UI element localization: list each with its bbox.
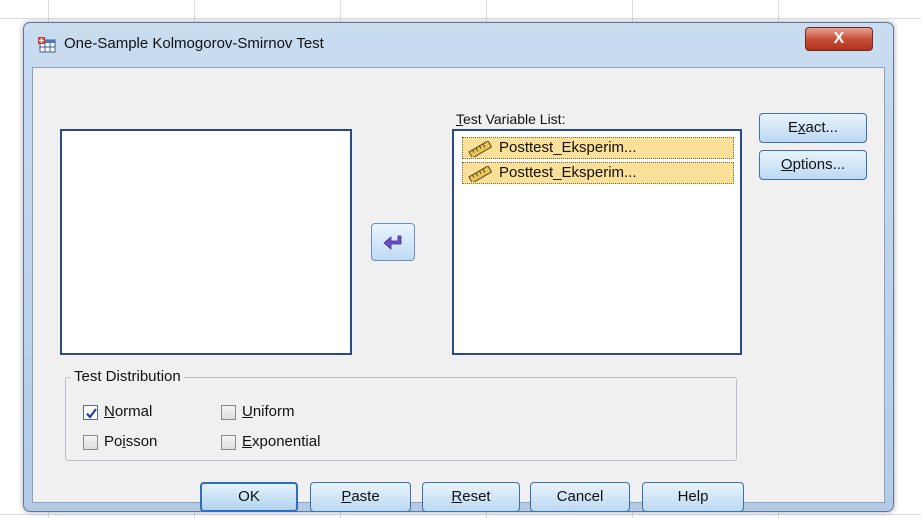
label-text: niform: [252, 403, 295, 420]
spss-dialog-icon: [38, 37, 56, 53]
ok-button[interactable]: OK: [200, 482, 298, 512]
help-button[interactable]: Help: [642, 482, 744, 512]
cancel-button[interactable]: Cancel: [530, 482, 630, 512]
poisson-label: Poisson: [104, 433, 157, 450]
source-variable-list[interactable]: [60, 129, 352, 355]
scale-ruler-icon: [468, 140, 493, 158]
button-mnemonic: x: [798, 119, 806, 136]
close-button[interactable]: X: [805, 27, 873, 51]
list-item[interactable]: Posttest_Eksperim...: [462, 162, 734, 184]
arrow-left-icon: [383, 235, 402, 250]
title-bar[interactable]: One-Sample Kolmogorov-Smirnov Test X: [24, 23, 893, 69]
button-text: aste: [351, 488, 380, 505]
uniform-label: Uniform: [242, 403, 295, 420]
button-text: eset: [462, 488, 491, 505]
variable-name: Posttest_Eksperim...: [499, 139, 637, 156]
exact-button[interactable]: Exact...: [759, 113, 867, 143]
scale-ruler-icon: [468, 165, 493, 183]
button-mnemonic: O: [780, 156, 793, 173]
reset-button[interactable]: Reset: [422, 482, 520, 512]
label-text: xponential: [252, 433, 321, 450]
normal-checkbox[interactable]: [83, 405, 98, 420]
label-mnemonic: E: [242, 433, 253, 450]
checkmark-icon: [86, 408, 97, 419]
dialog-client-area: Test Variable List: Posttest_Eksperim...…: [32, 67, 885, 512]
button-text: E: [787, 119, 798, 136]
test-variable-list[interactable]: Posttest_Eksperim... Posttest_Eksperim..…: [452, 129, 742, 355]
test-distribution-legend: Test Distribution: [71, 368, 184, 385]
label-text: Po: [104, 433, 123, 450]
label-mnemonic: T: [456, 111, 463, 127]
button-mnemonic: R: [451, 488, 463, 505]
grid-line: [0, 514, 921, 515]
normal-label: Normal: [104, 403, 152, 420]
label-text: sson: [125, 433, 158, 450]
test-distribution-group: [65, 377, 737, 461]
variable-name: Posttest_Eksperim...: [499, 164, 637, 181]
label-text: est Variable List:: [463, 111, 566, 127]
label-text: ormal: [114, 403, 153, 420]
exponential-label: Exponential: [242, 433, 320, 450]
test-variable-list-label: Test Variable List:: [456, 111, 565, 127]
window-title: One-Sample Kolmogorov-Smirnov Test: [64, 35, 324, 52]
ks-test-dialog: One-Sample Kolmogorov-Smirnov Test X Tes…: [23, 22, 894, 512]
exponential-checkbox[interactable]: [221, 435, 236, 450]
options-button[interactable]: Options...: [759, 150, 867, 180]
button-text: act...: [805, 119, 839, 136]
move-variable-button[interactable]: [371, 223, 415, 261]
label-mnemonic: N: [104, 403, 115, 420]
paste-button[interactable]: Paste: [310, 482, 411, 512]
list-item[interactable]: Posttest_Eksperim...: [462, 137, 734, 159]
grid-line: [0, 18, 921, 19]
button-text: ptions...: [792, 156, 846, 173]
uniform-checkbox[interactable]: [221, 405, 236, 420]
poisson-checkbox[interactable]: [83, 435, 98, 450]
label-mnemonic: U: [242, 403, 253, 420]
button-mnemonic: P: [341, 488, 352, 505]
